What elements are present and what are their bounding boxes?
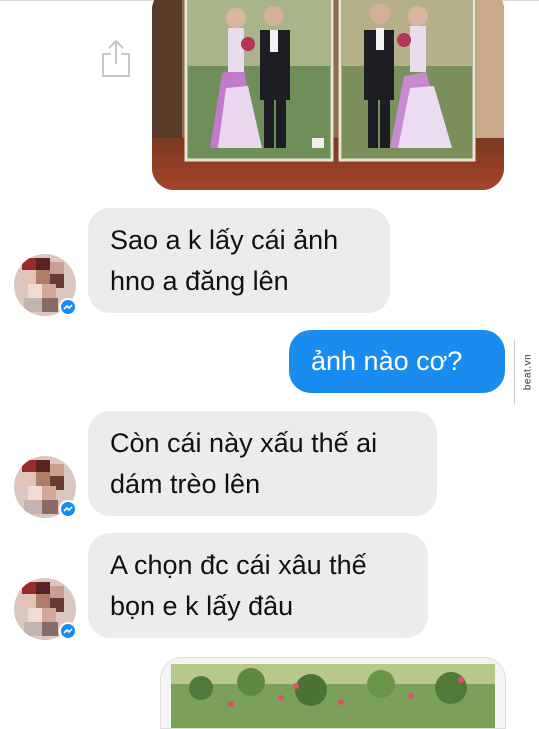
messenger-badge-icon [59,622,77,640]
messenger-badge-icon [59,500,77,518]
share-icon[interactable] [101,38,131,78]
watermark: beat.vn [514,340,539,404]
garden-photo-image [171,664,495,728]
message-text-line: hno a đăng lên [110,266,289,296]
message-text-line: Còn cái này xấu thế ai [110,428,378,458]
image-message-wedding-photo[interactable] [152,0,504,190]
image-message-garden-photo[interactable] [160,657,506,729]
message-text-line: Sao a k lấy cái ảnh [110,225,339,255]
message-bubble-incoming[interactable]: A chọn đc cái xâu thế bọn e k lấy đâu [88,533,428,638]
message-bubble-incoming[interactable]: Sao a k lấy cái ảnh hno a đăng lên [88,208,390,313]
message-text-line: bọn e k lấy đâu [110,591,294,621]
message-text-line: A chọn đc cái xâu thế [110,550,367,580]
message-text-line: ảnh nào cơ? [311,346,463,376]
watermark-text: beat.vn [522,353,534,391]
message-bubble-outgoing[interactable]: ảnh nào cơ? [289,330,505,393]
message-text-line: dám trèo lên [110,469,261,499]
message-bubble-incoming[interactable]: Còn cái này xấu thế ai dám trèo lên [88,411,437,516]
wedding-photo-image [152,0,504,190]
messenger-badge-icon [59,298,77,316]
